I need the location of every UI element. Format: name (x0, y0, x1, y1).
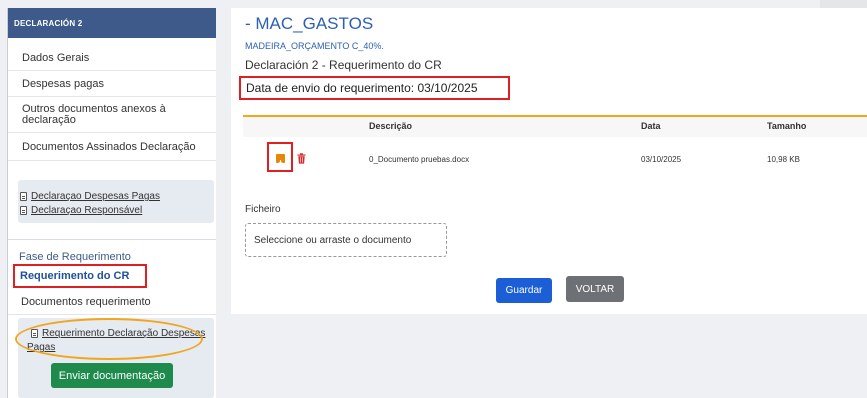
sidebar-item-label: Documentos Assinados Declaração (22, 140, 196, 153)
column-header-description: Descrição (369, 121, 413, 131)
sidebar-item-label: Dados Gerais (22, 52, 90, 64)
sidebar-item-documentos-assinados[interactable]: Documentos Assinados Declaração (8, 133, 216, 161)
download-icon[interactable] (276, 154, 285, 166)
declaration-heading: Declaración 2 - Requerimento do CR (245, 58, 442, 72)
sidebar-header: DECLARACIÓN 2 (8, 8, 216, 38)
trash-icon[interactable] (297, 153, 306, 164)
document-icon (20, 206, 27, 215)
sidebar-item-requerimento-cr[interactable]: Requerimento do CR (13, 264, 147, 288)
send-documentation-button[interactable]: Enviar documentação (51, 363, 173, 388)
cell-description: 0_Documento pruebas.docx (369, 155, 470, 164)
sidebar-item-documentos-requerimento[interactable]: Documentos requerimento (8, 290, 216, 315)
save-button[interactable]: Guardar (496, 278, 552, 303)
link-requerimento-declaracao-line2[interactable]: Pagas (27, 342, 55, 353)
page-subtitle: MADEIRA_ORÇAMENTO C_40%. (245, 41, 384, 51)
file-dropzone[interactable]: Seleccione ou arraste o documento (245, 223, 447, 257)
file-label: Ficheiro (245, 204, 281, 215)
submission-date: Data de envio do requerimento: 03/10/202… (239, 76, 510, 100)
column-header-size: Tamanho (767, 121, 807, 131)
divider (8, 239, 216, 240)
back-button[interactable]: VOLTAR (566, 276, 624, 302)
cell-date: 03/10/2025 (641, 155, 682, 164)
phase-label: Fase de Requerimento (19, 251, 131, 263)
sidebar-item-despesas-pagas[interactable]: Despesas pagas (8, 71, 216, 97)
documents-table: Descrição Data Tamanho 0_Documento prueb… (243, 115, 867, 175)
link-declaracao-despesas-pagas[interactable]: Declaraçao Despesas Pagas (20, 191, 160, 202)
cell-size: 10,98 KB (767, 155, 800, 164)
main-panel: - MAC_GASTOS MADEIRA_ORÇAMENTO C_40%. De… (231, 8, 867, 314)
document-icon (20, 192, 27, 201)
sidebar: DECLARACIÓN 2 Dados Gerais Despesas paga… (7, 8, 216, 398)
sidebar-item-outros-documentos[interactable]: Outros documentos anexos à declaração (8, 97, 216, 133)
document-icon (31, 329, 38, 338)
page-title: - MAC_GASTOS (245, 14, 374, 33)
sidebar-item-label: Despesas pagas (22, 77, 104, 90)
link-declaracao-responsavel[interactable]: Declaraçao Responsável (20, 205, 142, 216)
sidebar-item-dados-gerais[interactable]: Dados Gerais (8, 46, 216, 71)
download-arrow-icon (278, 160, 283, 166)
sidebar-item-label: Documentos requerimento (21, 296, 151, 308)
link-requerimento-declaracao-line1[interactable]: Requerimento Declaração Despesas (31, 328, 205, 339)
column-header-date: Data (641, 121, 661, 131)
sidebar-item-label: Outros documentos anexos à declaração (22, 102, 166, 126)
